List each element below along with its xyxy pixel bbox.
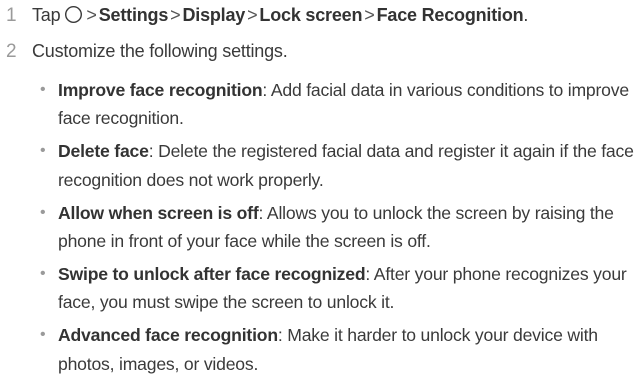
setting-term: Swipe to unlock after face recognized [58,263,366,284]
step-2: 2 Customize the following settings. [0,41,288,63]
path-face-recognition: Face Recognition [376,5,524,25]
path-settings: Settings [98,5,169,25]
settings-list: • Improve face recognition: Add facial d… [38,76,638,383]
step-2-text: Customize the following settings. [32,41,288,61]
circle-home-icon [65,5,83,24]
list-item: • Allow when screen is off: Allows you t… [38,199,638,256]
setting-term: Improve face recognition [58,80,263,100]
path-lock-screen: Lock screen [259,5,363,25]
list-item: • Advanced face recognition: Make it har… [38,321,638,378]
tap-word: Tap [32,5,61,25]
list-item: • Swipe to unlock after face recognized:… [38,260,638,317]
list-item: • Delete face: Delete the registered fac… [38,137,638,194]
list-item: • Improve face recognition: Add facial d… [38,76,638,133]
bullet-dot: • [40,326,46,344]
path-separator: > [364,5,375,25]
step-number: 2 [6,41,17,62]
step-number: 1 [6,5,17,26]
setting-term: Delete face [58,141,149,162]
bullet-dot: • [40,142,46,160]
bullet-dot: • [40,81,46,98]
path-display: Display [182,5,246,25]
step-1: 1 Tap > Settings > Display > Lock screen > Face … [0,5,528,27]
manual-page: 1 Tap > Settings > Display > Lock screen > Face … [0,0,643,378]
step-1-text: Tap > Settings > Display > Lock screen > Face Re… [32,5,528,26]
step-1-period: . [523,5,529,25]
setting-term: Advanced face recognition [58,325,278,346]
setting-term: Allow when screen is off [58,202,259,223]
path-separator: > [247,5,258,25]
path-separator: > [86,5,97,25]
path-separator: > [170,5,181,25]
bullet-dot: • [40,264,46,282]
bullet-dot: • [40,203,46,221]
